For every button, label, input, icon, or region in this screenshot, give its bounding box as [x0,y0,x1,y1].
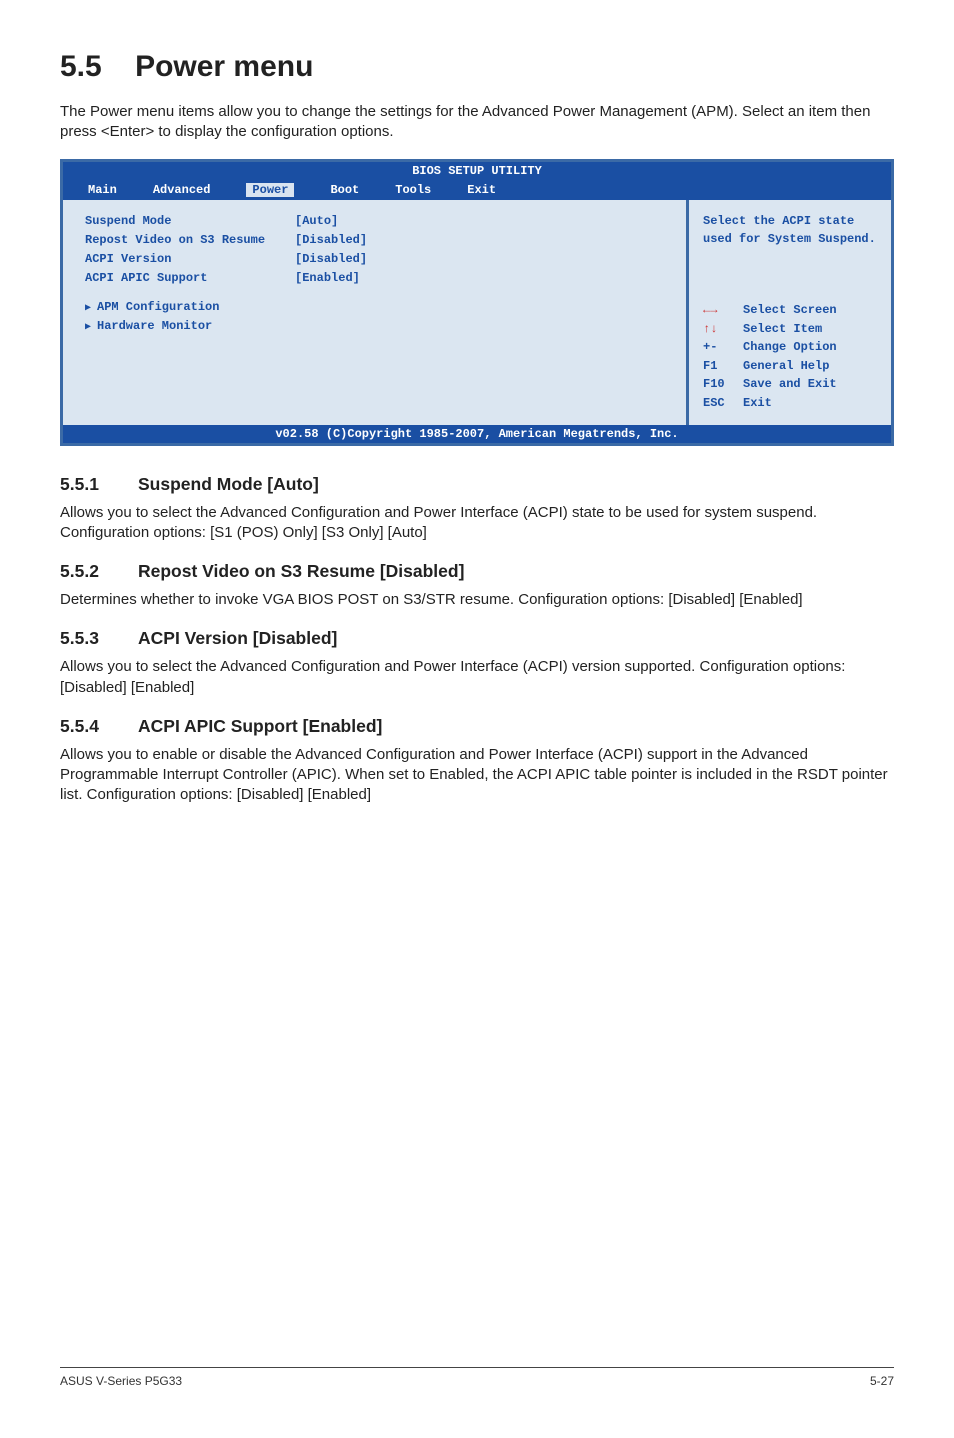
section-553-heading: 5.5.3ACPI Version [Disabled] [60,628,894,649]
bios-value-repost: [Disabled] [295,231,367,250]
tab-exit[interactable]: Exit [467,183,496,197]
bios-value-suspend: [Auto] [295,212,367,231]
bios-title: BIOS SETUP UTILITY [63,162,891,180]
bios-item-suspend[interactable]: Suspend Mode [85,212,265,231]
bios-value-acpi-version: [Disabled] [295,250,367,269]
section-554-heading: 5.5.4ACPI APIC Support [Enabled] [60,716,894,737]
legend-select-item: ↑↓Select Item [703,320,879,339]
bios-value-acpi-apic: [Enabled] [295,269,367,288]
heading-title: Power menu [135,50,313,83]
bios-left-panel: Suspend Mode Repost Video on S3 Resume A… [63,200,686,425]
bios-help-text: Select the ACPI state used for System Su… [703,212,879,249]
tab-tools[interactable]: Tools [395,183,431,197]
bios-help-panel: Select the ACPI state used for System Su… [686,200,891,425]
section-551-body: Allows you to select the Advanced Config… [60,503,894,544]
bios-subitem-apm[interactable]: ▶APM Configuration [85,298,265,317]
bios-key-legend: ←→Select Screen ↑↓Select Item +-Change O… [703,301,879,413]
intro-paragraph: The Power menu items allow you to change… [60,102,894,143]
bios-item-acpi-version[interactable]: ACPI Version [85,250,265,269]
bios-item-repost[interactable]: Repost Video on S3 Resume [85,231,265,250]
bios-subitem-hardware[interactable]: ▶Hardware Monitor [85,317,265,336]
heading-number: 5.5 [60,50,102,83]
page-footer: ASUS V-Series P5G33 5-27 [60,1367,894,1388]
tab-advanced[interactable]: Advanced [153,183,211,197]
section-553-body: Allows you to select the Advanced Config… [60,657,894,698]
bios-item-labels: Suspend Mode Repost Video on S3 Resume A… [85,212,265,375]
triangle-icon: ▶ [85,301,97,317]
tab-boot[interactable]: Boot [330,183,359,197]
bios-menu-bar: Main Advanced Power Boot Tools Exit [63,180,891,200]
legend-general-help: F1General Help [703,357,879,376]
legend-select-screen: ←→Select Screen [703,301,879,320]
legend-save-exit: F10Save and Exit [703,375,879,394]
bios-item-acpi-apic[interactable]: ACPI APIC Support [85,269,265,288]
tab-power[interactable]: Power [246,183,294,197]
section-551-heading: 5.5.1Suspend Mode [Auto] [60,474,894,495]
bios-body: Suspend Mode Repost Video on S3 Resume A… [63,200,891,425]
section-554-body: Allows you to enable or disable the Adva… [60,745,894,806]
section-552-body: Determines whether to invoke VGA BIOS PO… [60,590,894,610]
legend-change-option: +-Change Option [703,338,879,357]
bios-copyright: v02.58 (C)Copyright 1985-2007, American … [63,425,891,443]
section-552-heading: 5.5.2Repost Video on S3 Resume [Disabled… [60,561,894,582]
page-heading: 5.5 Power menu [60,50,894,84]
triangle-icon: ▶ [85,320,97,336]
legend-exit: ESCExit [703,394,879,413]
arrows-lr-icon: ←→ [703,301,737,320]
bios-window: BIOS SETUP UTILITY Main Advanced Power B… [60,159,894,446]
footer-left: ASUS V-Series P5G33 [60,1374,182,1388]
arrows-ud-icon: ↑↓ [703,320,737,339]
bios-item-values: [Auto] [Disabled] [Disabled] [Enabled] [295,212,367,375]
footer-right: 5-27 [870,1374,894,1388]
tab-main[interactable]: Main [88,183,117,197]
